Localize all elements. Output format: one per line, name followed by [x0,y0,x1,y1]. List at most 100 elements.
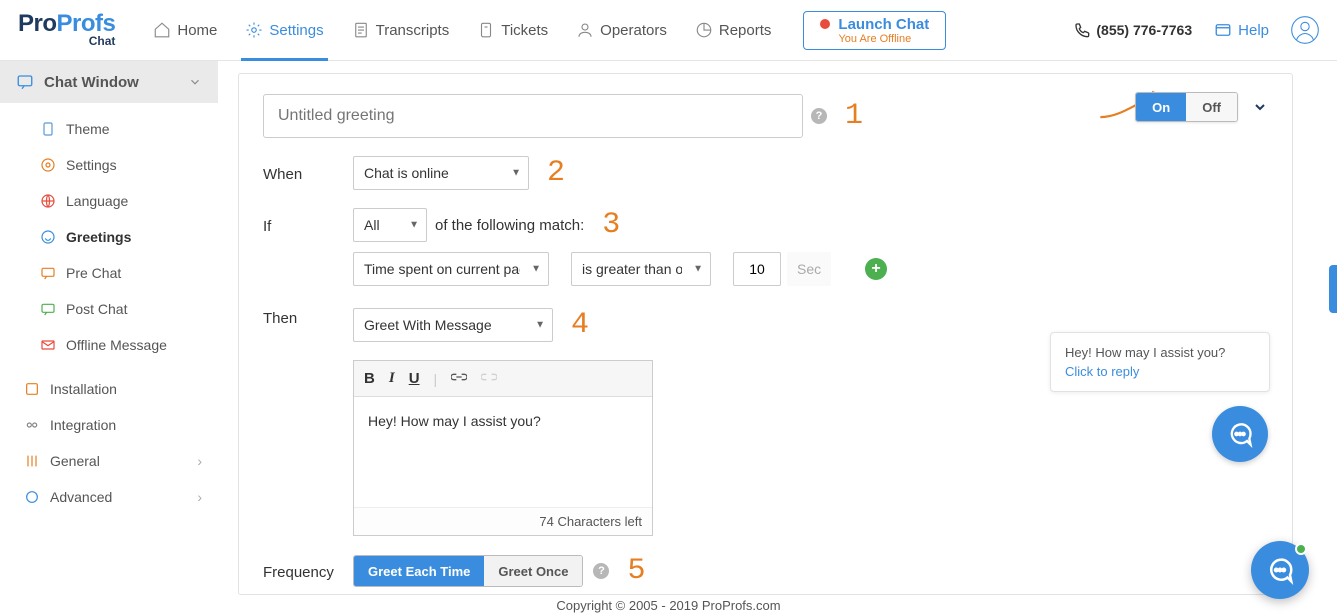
greet-once-button[interactable]: Greet Once [484,556,582,586]
frequency-toggle: Greet Each Time Greet Once [353,555,583,587]
condition-value-input[interactable] [733,252,781,286]
top-nav: Home Settings Transcripts Tickets Operat… [139,0,785,60]
user-icon [576,21,594,39]
greeting-editor-panel: On Off ? 1 When Chat is online 2 If All … [238,73,1293,595]
if-mode-select[interactable]: All [353,208,427,242]
condition-field-select[interactable]: Time spent on current page [353,252,549,286]
launch-title: Launch Chat [838,16,929,33]
sidebar-item-label: Settings [66,157,117,173]
greeting-toggle: On Off [1135,92,1238,122]
nav-label: Tickets [501,22,548,39]
help-icon[interactable]: ? [593,563,609,579]
sidebar: Chat Window Theme Settings Language Gree… [0,61,218,615]
footer-copyright: Copyright © 2005 - 2019 ProProfs.com [0,598,1337,613]
side-feedback-tab[interactable] [1329,265,1337,313]
smile-icon [40,229,56,245]
sidebar-root-integration[interactable]: Integration [0,407,218,443]
toggle-off-button[interactable]: Off [1186,93,1237,121]
gear-icon [40,157,56,173]
when-label: When [263,164,353,183]
help-icon [1214,21,1232,39]
launch-chat-button[interactable]: Launch Chat You Are Offline [803,11,946,50]
if-label: If [263,216,353,235]
avatar[interactable] [1291,16,1319,44]
chevron-right-icon: › [197,453,202,469]
nav-operators[interactable]: Operators [562,0,681,60]
underline-button[interactable]: U [409,370,420,387]
chat-icon [16,73,34,91]
chat-icon [40,301,56,317]
help-icon[interactable]: ? [811,108,827,124]
chevron-right-icon: › [197,489,202,505]
editor-textarea[interactable]: Hey! How may I assist you? [354,397,652,507]
sidebar-list: Theme Settings Language Greetings Pre Ch… [0,103,218,371]
chat-icon [40,265,56,281]
annotation-1: 1 [845,99,863,133]
annotation-4: 4 [571,308,589,342]
when-select[interactable]: Chat is online [353,156,529,190]
add-condition-button[interactable]: + [865,258,887,280]
editor-toolbar: B I U | [354,361,652,397]
unlink-icon [481,371,497,383]
floating-chat-launcher[interactable] [1251,541,1309,599]
preview-reply-link[interactable]: Click to reply [1065,364,1255,379]
logo-pro: Pro [18,10,57,37]
preview-chat-bubble[interactable] [1212,406,1268,462]
header-right: (855) 776-7763 Help [1074,16,1319,44]
annotation-2: 2 [547,156,565,190]
chat-bubble-icon [1226,420,1254,448]
link-button[interactable] [451,370,467,387]
condition-row: Time spent on current page is greater th… [353,252,1268,286]
gear-icon [245,21,263,39]
then-select[interactable]: Greet With Message [353,308,553,342]
help-link[interactable]: Help [1214,21,1269,39]
toggle-wrap: On Off [1135,92,1268,122]
sidebar-section-chat-window[interactable]: Chat Window [0,61,218,103]
italic-button[interactable]: I [389,370,395,387]
toggle-on-button[interactable]: On [1136,93,1186,121]
support-phone[interactable]: (855) 776-7763 [1074,22,1192,38]
nav-label: Home [177,22,217,39]
sidebar-item-post-chat[interactable]: Post Chat [40,291,218,327]
sidebar-root-advanced[interactable]: Advanced › [0,479,218,515]
sidebar-root-general[interactable]: General › [0,443,218,479]
frequency-row: Frequency Greet Each Time Greet Once ? 5 [263,554,1268,588]
sidebar-item-theme[interactable]: Theme [40,111,218,147]
annotation-3: 3 [602,208,620,242]
chevron-down-icon[interactable] [1252,99,1268,115]
sidebar-item-label: Theme [66,121,110,137]
sidebar-item-language[interactable]: Language [40,183,218,219]
if-row: If All of the following match: 3 [263,208,1268,242]
sidebar-root-label: General [50,453,100,469]
home-icon [153,21,171,39]
document-icon [352,21,370,39]
condition-operator-select[interactable]: is greater than or equal [571,252,711,286]
nav-home[interactable]: Home [139,0,231,60]
sidebar-item-offline-message[interactable]: Offline Message [40,327,218,363]
unlink-button[interactable] [481,370,497,387]
online-dot-icon [1295,543,1307,555]
theme-icon [40,121,56,137]
bold-button[interactable]: B [364,370,375,387]
sidebar-root-installation[interactable]: Installation [0,371,218,407]
nav-label: Operators [600,22,667,39]
message-editor: B I U | Hey! How may I assist you? 74 Ch… [353,360,653,536]
greet-each-time-button[interactable]: Greet Each Time [354,556,484,586]
sidebar-item-settings[interactable]: Settings [40,147,218,183]
sidebar-item-label: Pre Chat [66,265,121,281]
integration-icon [24,417,40,433]
nav-tickets[interactable]: Tickets [463,0,562,60]
nav-reports[interactable]: Reports [681,0,786,60]
nav-settings[interactable]: Settings [231,0,337,60]
sidebar-item-label: Language [66,193,128,209]
sidebar-root-label: Advanced [50,489,112,505]
status-dot-icon [820,19,830,29]
greeting-name-input[interactable] [263,94,803,138]
brand-logo[interactable]: ProProfs Chat [18,12,115,48]
globe-icon [40,193,56,209]
condition-unit [787,252,831,286]
sidebar-item-pre-chat[interactable]: Pre Chat [40,255,218,291]
nav-transcripts[interactable]: Transcripts [338,0,464,60]
nav-label: Settings [269,22,323,39]
sidebar-item-greetings[interactable]: Greetings [40,219,218,255]
